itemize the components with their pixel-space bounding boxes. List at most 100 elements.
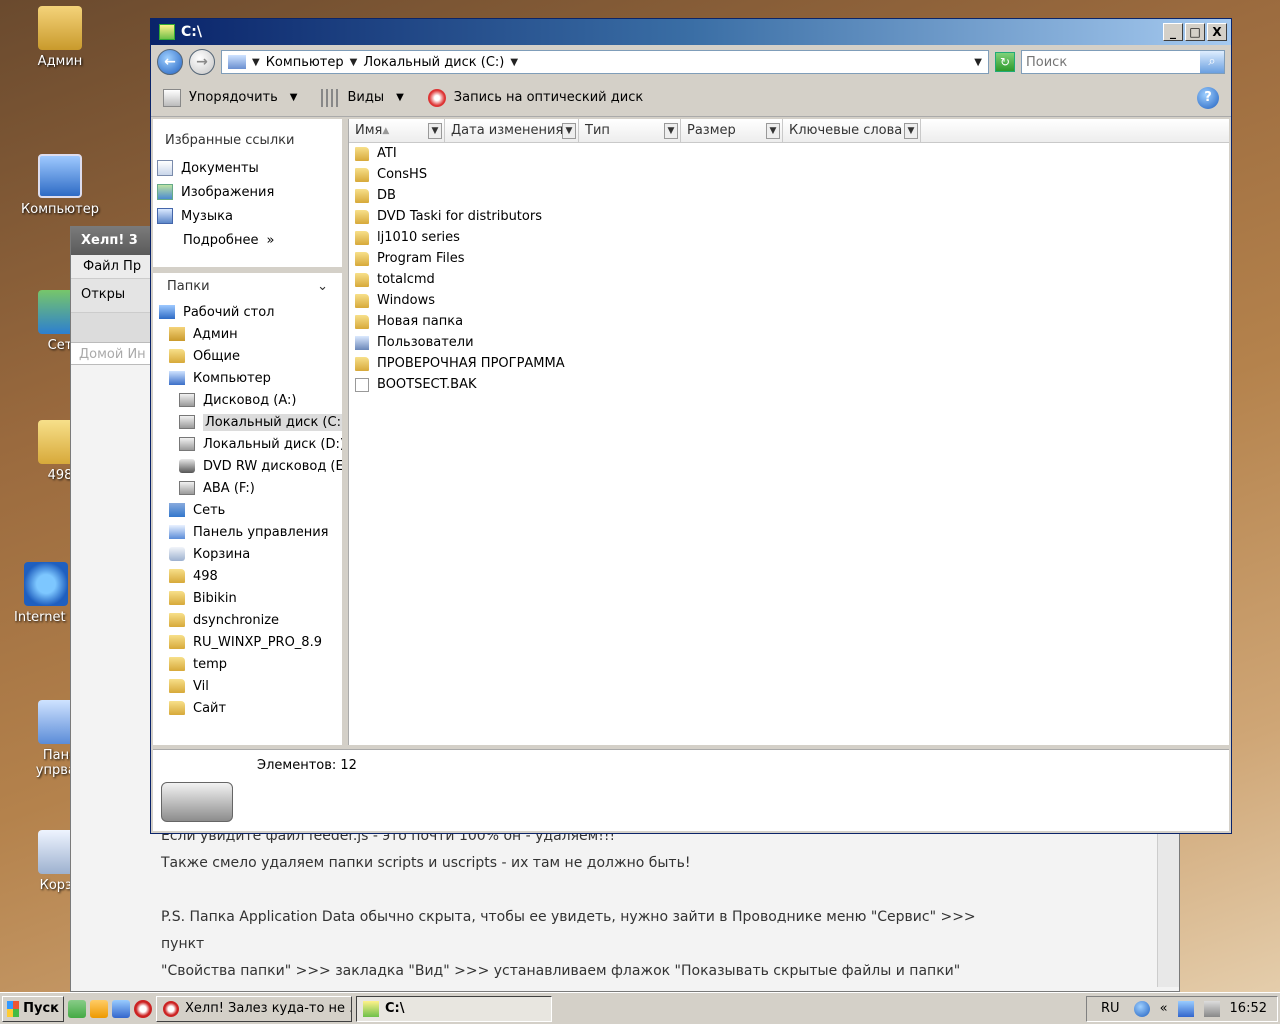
file-name: ConsHS — [377, 167, 428, 182]
column-header[interactable]: Размер ▼ — [681, 119, 783, 142]
file-row[interactable]: ConsHS — [349, 164, 1229, 185]
cdrom-icon — [179, 459, 195, 473]
language-indicator[interactable]: RU — [1097, 1001, 1124, 1016]
tree-item[interactable]: Общие — [153, 345, 342, 367]
breadcrumb-computer[interactable]: Компьютер — [266, 55, 344, 70]
column-filter-dropdown[interactable]: ▼ — [428, 123, 442, 139]
tree-item[interactable]: Корзина — [153, 543, 342, 565]
file-row[interactable]: DVD Taski for distributors — [349, 206, 1229, 227]
column-header[interactable]: Дата изменения ▼ — [445, 119, 579, 142]
column-header[interactable]: Тип ▼ — [579, 119, 681, 142]
search-input[interactable] — [1022, 51, 1200, 73]
favorite-documents[interactable]: Документы — [153, 156, 342, 180]
help-tray-icon[interactable] — [1133, 1000, 1150, 1017]
tree-item[interactable]: temp — [153, 653, 342, 675]
close-button[interactable]: X — [1207, 23, 1227, 41]
more-link[interactable]: Подробнее » — [153, 228, 342, 252]
file-row[interactable]: ATI — [349, 143, 1229, 164]
tree-item[interactable]: Сеть — [153, 499, 342, 521]
quicklaunch-icon[interactable] — [90, 999, 108, 1018]
burn-button[interactable]: Запись на оптический диск — [427, 88, 643, 107]
folders-header[interactable]: Папки ⌄ — [153, 267, 342, 295]
search-icon[interactable]: ⌕ — [1200, 51, 1224, 73]
tree-item-label: RU_WINXP_PRO_8.9 — [193, 634, 322, 650]
tree-item[interactable]: Компьютер — [153, 367, 342, 389]
opera-icon[interactable] — [134, 999, 152, 1018]
file-row[interactable]: ПРОВЕРОЧНАЯ ПРОГРАММА — [349, 353, 1229, 374]
folder-icon — [355, 293, 369, 308]
explorer-window[interactable]: C:\ _ □ X ← → ▼ Компьютер ▼ Локальный ди… — [150, 18, 1232, 834]
column-filter-dropdown[interactable]: ▼ — [766, 123, 780, 139]
favorite-music[interactable]: Музыка — [153, 204, 342, 228]
favorite-pictures[interactable]: Изображения — [153, 180, 342, 204]
show-desktop-icon[interactable] — [112, 999, 130, 1018]
organize-button[interactable]: Упорядочить ▼ — [163, 88, 297, 107]
column-filter-dropdown[interactable]: ▼ — [664, 123, 678, 139]
breadcrumb-drive-c[interactable]: Локальный диск (C:) — [363, 55, 504, 70]
back-button[interactable]: ← — [157, 49, 183, 75]
column-headers: Имя ▲ ▼ Дата изменения ▼ Тип ▼ Размер ▼ Ключевые… — [349, 119, 1229, 143]
forward-button[interactable]: → — [189, 49, 215, 75]
address-history-dropdown[interactable]: ▼ — [974, 57, 982, 68]
explorer-titlebar[interactable]: C:\ _ □ X — [151, 19, 1231, 45]
tree-item[interactable]: dsynchronize — [153, 609, 342, 631]
tree-item[interactable]: Сайт — [153, 697, 342, 719]
tree-item[interactable]: Дисковод (A:) — [153, 389, 342, 411]
tree-item-label: Корзина — [193, 546, 251, 562]
tree-item[interactable]: Vil — [153, 675, 342, 697]
column-header[interactable]: Имя ▲ ▼ — [349, 119, 445, 142]
tree-item[interactable]: RU_WINXP_PRO_8.9 — [153, 631, 342, 653]
column-filter-dropdown[interactable]: ▼ — [562, 123, 576, 139]
file-icon — [355, 377, 369, 392]
drive-icon — [179, 481, 195, 495]
tree-item[interactable]: Локальный диск (D:) — [153, 433, 342, 455]
tree-item[interactable]: Рабочий стол — [153, 301, 342, 323]
desktop-icon-computer[interactable]: Компьютер — [20, 154, 100, 217]
file-row[interactable]: BOOTSECT.BAK — [349, 374, 1229, 395]
tree-item[interactable]: Локальный диск (C:) — [153, 411, 342, 433]
double-chevron-icon: » — [266, 232, 275, 248]
file-name: ПРОВЕРОЧНАЯ ПРОГРАММА — [377, 356, 565, 371]
file-row[interactable]: DB — [349, 185, 1229, 206]
tree-item[interactable]: Панель управления — [153, 521, 342, 543]
tree-item-label: Сеть — [193, 502, 226, 518]
column-header[interactable]: Ключевые слова ▼ — [783, 119, 921, 142]
network-tray-icon[interactable] — [1177, 1000, 1194, 1017]
column-filter-dropdown[interactable]: ▼ — [904, 123, 918, 139]
explorer-icon — [363, 1000, 379, 1017]
tray-expand-icon[interactable]: « — [1160, 1001, 1168, 1016]
views-button[interactable]: Виды ▼ — [321, 88, 404, 107]
address-field[interactable]: ▼ Компьютер ▼ Локальный диск (C:) ▼ ▼ — [221, 50, 989, 74]
computer-icon — [38, 154, 82, 198]
file-row[interactable]: Новая папка — [349, 311, 1229, 332]
tree-item[interactable]: Админ — [153, 323, 342, 345]
tree-item[interactable]: 498 — [153, 565, 342, 587]
start-button[interactable]: Пуск — [2, 995, 64, 1022]
task-explorer[interactable]: C:\ — [356, 995, 552, 1022]
chevron-down-icon[interactable]: ▼ — [350, 57, 358, 68]
tree-item-label: Админ — [193, 326, 238, 342]
task-browser[interactable]: Хелп! Залез куда-то не ... — [156, 995, 352, 1022]
chevron-down-icon[interactable]: ▼ — [510, 57, 518, 68]
tree-item[interactable]: ABA (F:) — [153, 477, 342, 499]
drive-icon — [179, 393, 195, 407]
tree-item[interactable]: Bibikin — [153, 587, 342, 609]
file-row[interactable]: Пользователи — [349, 332, 1229, 353]
folder-icon — [169, 349, 185, 363]
desktop-icon-admin[interactable]: Админ — [20, 6, 100, 69]
explorer-window-icon — [159, 24, 175, 40]
tree-item-label: Общие — [193, 348, 240, 364]
file-row[interactable]: Program Files — [349, 248, 1229, 269]
file-row[interactable]: lj1010 series — [349, 227, 1229, 248]
help-icon[interactable]: ? — [1197, 86, 1219, 109]
file-row[interactable]: totalcmd — [349, 269, 1229, 290]
tree-item[interactable]: DVD RW дисковод (E:) — [153, 455, 342, 477]
refresh-button[interactable]: ↻ — [995, 52, 1015, 72]
volume-icon[interactable] — [1203, 1000, 1220, 1017]
quicklaunch-icon[interactable] — [68, 999, 86, 1018]
file-row[interactable]: Windows — [349, 290, 1229, 311]
chevron-down-icon[interactable]: ▼ — [252, 57, 260, 68]
maximize-button[interactable]: □ — [1185, 23, 1205, 41]
minimize-button[interactable]: _ — [1163, 23, 1183, 41]
clock[interactable]: 16:52 — [1230, 1001, 1267, 1016]
